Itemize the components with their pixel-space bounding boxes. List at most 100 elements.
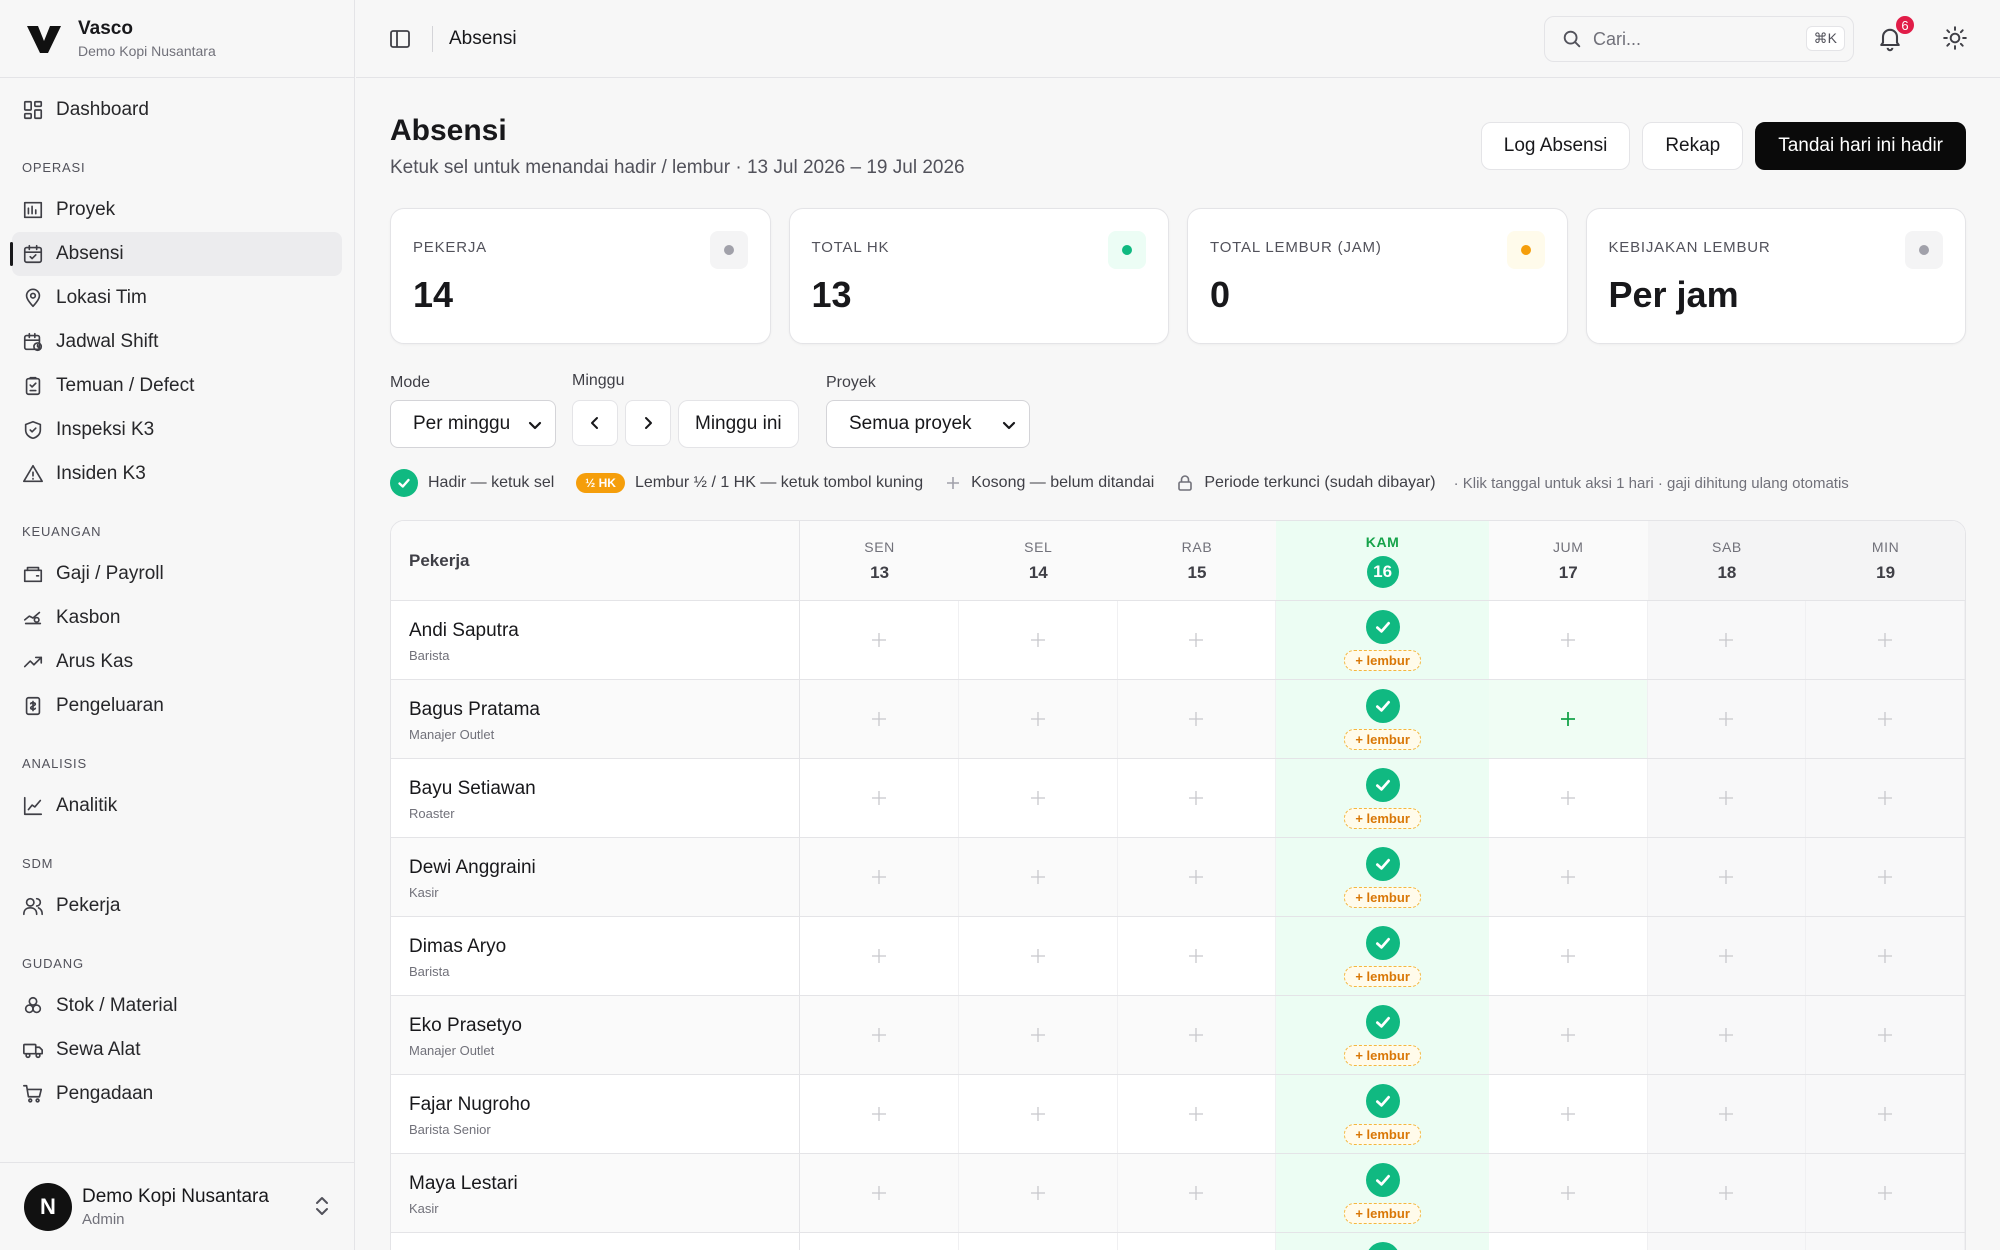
- attendance-cell[interactable]: [1118, 917, 1277, 995]
- attendance-cell[interactable]: [1488, 680, 1648, 758]
- sidebar-toggle-icon[interactable]: [388, 27, 412, 51]
- attendance-cell[interactable]: [1489, 1233, 1648, 1250]
- attendance-cell[interactable]: [1647, 1154, 1807, 1232]
- attendance-cell[interactable]: [1806, 1233, 1965, 1250]
- add-overtime-button[interactable]: + lembur: [1344, 886, 1421, 908]
- sidebar-item-arus-kas[interactable]: Arus Kas: [12, 640, 342, 684]
- this-week-button[interactable]: Minggu ini: [678, 400, 799, 448]
- attendance-cell[interactable]: + lembur: [1276, 1233, 1489, 1250]
- attendance-cell[interactable]: + lembur: [1276, 1154, 1489, 1232]
- attendance-cell[interactable]: [1806, 1075, 1965, 1153]
- attendance-cell[interactable]: [1489, 601, 1648, 679]
- attendance-cell[interactable]: [1647, 680, 1807, 758]
- add-overtime-button[interactable]: + lembur: [1344, 965, 1421, 987]
- sidebar-item-stok-material[interactable]: Stok / Material: [12, 984, 342, 1028]
- sidebar-item-jadwal-shift[interactable]: Jadwal Shift: [12, 320, 342, 364]
- day-header-16[interactable]: KAM 16: [1276, 521, 1489, 600]
- attendance-cell[interactable]: [959, 1075, 1118, 1153]
- sidebar-item-sewa-alat[interactable]: Sewa Alat: [12, 1028, 342, 1072]
- attendance-cell[interactable]: [1647, 996, 1807, 1074]
- sidebar-item-inspeksi-k3[interactable]: Inspeksi K3: [12, 408, 342, 452]
- attendance-cell[interactable]: [1118, 1075, 1277, 1153]
- attendance-cell[interactable]: [1118, 996, 1277, 1074]
- sidebar-item-absensi[interactable]: Absensi: [10, 232, 342, 276]
- theme-toggle-sun-icon[interactable]: [1942, 25, 1968, 51]
- attendance-cell[interactable]: [800, 838, 959, 916]
- attendance-cell[interactable]: [1489, 996, 1648, 1074]
- attendance-cell[interactable]: [1118, 1233, 1277, 1250]
- sidebar-item-proyek[interactable]: Proyek: [12, 188, 342, 232]
- add-overtime-button[interactable]: + lembur: [1344, 1202, 1421, 1224]
- attendance-cell[interactable]: [1489, 838, 1648, 916]
- attendance-cell[interactable]: [1647, 917, 1807, 995]
- attendance-cell[interactable]: [1118, 1154, 1277, 1232]
- sidebar-item-kasbon[interactable]: Kasbon: [12, 596, 342, 640]
- attendance-cell[interactable]: [800, 759, 959, 837]
- sidebar-item-gaji-payroll[interactable]: Gaji / Payroll: [12, 552, 342, 596]
- sidebar-item-insiden-k3[interactable]: Insiden K3: [12, 452, 342, 496]
- add-overtime-button[interactable]: + lembur: [1344, 1123, 1421, 1145]
- day-header-18[interactable]: SAB 18: [1647, 521, 1807, 600]
- attendance-cell[interactable]: [1489, 1075, 1648, 1153]
- sidebar-item-lokasi-tim[interactable]: Lokasi Tim: [12, 276, 342, 320]
- day-header-17[interactable]: JUM 17: [1489, 521, 1648, 600]
- attendance-cell[interactable]: + lembur: [1276, 1075, 1489, 1153]
- rekap-button[interactable]: Rekap: [1642, 122, 1744, 170]
- prev-week-button[interactable]: [572, 400, 618, 446]
- attendance-cell[interactable]: [1806, 680, 1965, 758]
- mode-select[interactable]: Per minggu: [390, 400, 556, 448]
- add-overtime-button[interactable]: + lembur: [1344, 1044, 1421, 1066]
- attendance-cell[interactable]: [1647, 601, 1807, 679]
- day-header-13[interactable]: SEN 13: [800, 521, 959, 600]
- attendance-cell[interactable]: [800, 1233, 959, 1250]
- day-header-15[interactable]: RAB 15: [1118, 521, 1277, 600]
- attendance-cell[interactable]: [800, 917, 959, 995]
- attendance-cell[interactable]: [1647, 759, 1807, 837]
- project-select[interactable]: Semua proyek: [826, 400, 1030, 448]
- attendance-cell[interactable]: [1118, 601, 1277, 679]
- add-overtime-button[interactable]: + lembur: [1344, 728, 1421, 750]
- attendance-cell[interactable]: [1806, 1154, 1965, 1232]
- attendance-cell[interactable]: [959, 1233, 1118, 1250]
- sidebar-item-temuan-defect[interactable]: Temuan / Defect: [12, 364, 342, 408]
- attendance-cell[interactable]: + lembur: [1276, 759, 1489, 837]
- attendance-cell[interactable]: [1806, 759, 1965, 837]
- brand[interactable]: Vasco Demo Kopi Nusantara: [0, 0, 354, 78]
- next-week-button[interactable]: [625, 400, 671, 446]
- attendance-cell[interactable]: [800, 996, 959, 1074]
- attendance-cell[interactable]: [1118, 838, 1277, 916]
- attendance-cell[interactable]: + lembur: [1276, 838, 1489, 916]
- day-header-14[interactable]: SEL 14: [959, 521, 1118, 600]
- sidebar-item-pengadaan[interactable]: Pengadaan: [12, 1072, 342, 1116]
- attendance-cell[interactable]: + lembur: [1276, 996, 1489, 1074]
- attendance-cell[interactable]: [800, 680, 959, 758]
- attendance-cell[interactable]: [1806, 838, 1965, 916]
- attendance-cell[interactable]: [959, 680, 1118, 758]
- attendance-cell[interactable]: [959, 838, 1118, 916]
- attendance-cell[interactable]: [1647, 1075, 1807, 1153]
- log-absensi-button[interactable]: Log Absensi: [1480, 122, 1631, 170]
- attendance-cell[interactable]: [1647, 838, 1807, 916]
- attendance-cell[interactable]: + lembur: [1276, 601, 1489, 679]
- sidebar-item-pekerja[interactable]: Pekerja: [12, 884, 342, 928]
- attendance-cell[interactable]: [1647, 1233, 1807, 1250]
- attendance-cell[interactable]: [1806, 996, 1965, 1074]
- attendance-cell[interactable]: [1489, 917, 1648, 995]
- user-menu[interactable]: N Demo Kopi Nusantara Admin: [0, 1162, 354, 1250]
- attendance-cell[interactable]: [800, 1154, 959, 1232]
- sidebar-item-pengeluaran[interactable]: Pengeluaran: [12, 684, 342, 728]
- attendance-cell[interactable]: [1489, 759, 1648, 837]
- attendance-cell[interactable]: [1806, 917, 1965, 995]
- attendance-cell[interactable]: [1489, 1154, 1648, 1232]
- attendance-cell[interactable]: [959, 917, 1118, 995]
- attendance-cell[interactable]: [800, 601, 959, 679]
- attendance-cell[interactable]: [959, 601, 1118, 679]
- add-overtime-button[interactable]: + lembur: [1344, 807, 1421, 829]
- attendance-cell[interactable]: + lembur: [1276, 680, 1489, 758]
- search-input[interactable]: Cari... ⌘K: [1544, 16, 1854, 62]
- day-header-19[interactable]: MIN 19: [1806, 521, 1965, 600]
- attendance-cell[interactable]: [959, 759, 1118, 837]
- attendance-cell[interactable]: [1118, 759, 1277, 837]
- attendance-cell[interactable]: [1118, 680, 1277, 758]
- attendance-cell[interactable]: [959, 1154, 1118, 1232]
